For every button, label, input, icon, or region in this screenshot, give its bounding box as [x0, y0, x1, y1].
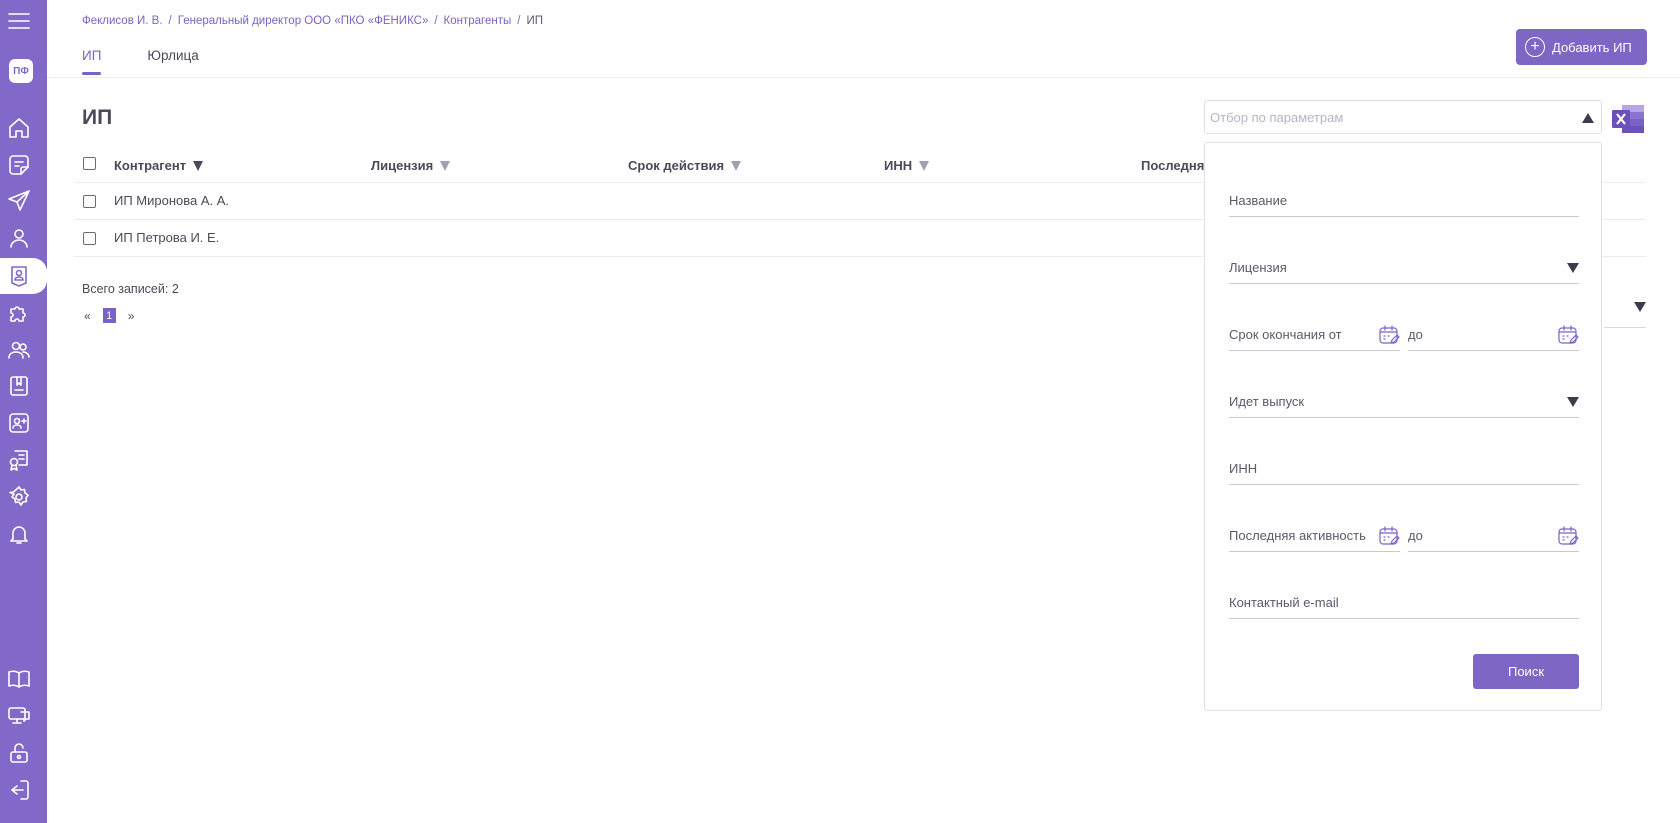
users-group-icon[interactable]	[5, 336, 33, 364]
search-button[interactable]: Поиск	[1473, 654, 1579, 689]
send-icon[interactable]	[5, 187, 33, 215]
sidebar: ПФ	[0, 0, 47, 823]
column-header-label: Контрагент	[114, 158, 187, 173]
breadcrumb-link-contractors[interactable]: Контрагенты	[444, 15, 512, 27]
breadcrumb-separator: /	[434, 15, 438, 27]
activity-to-label: до	[1408, 528, 1423, 543]
pager-page-current[interactable]: 1	[102, 308, 116, 323]
logo: ПФ	[9, 59, 33, 83]
row-contractor-name[interactable]: ИП Миронова А. А.	[114, 193, 229, 208]
sort-caret-icon	[919, 160, 930, 171]
expiry-from-label: Срок окончания от	[1229, 327, 1342, 342]
email-field-label: Контактный e-mail	[1229, 595, 1339, 610]
license-select[interactable]: Лицензия	[1229, 250, 1579, 284]
total-records: Всего записей: 2	[82, 282, 179, 296]
hidden-dropdown-caret-icon	[1634, 302, 1646, 312]
menu-icon[interactable]	[5, 7, 33, 35]
monitor-chat-icon[interactable]	[5, 702, 33, 730]
sort-caret-icon	[731, 160, 742, 171]
dropdown-triangle-icon	[1567, 397, 1579, 407]
breadcrumb: Феклисов И. В. / Генеральный директор ОО…	[82, 15, 543, 27]
book-bookmark-icon[interactable]	[5, 372, 33, 400]
activity-from-field[interactable]: Последняя активность	[1229, 518, 1400, 552]
page-title: ИП	[82, 106, 113, 129]
release-select-label: Идет выпуск	[1229, 394, 1305, 409]
breadcrumb-separator: /	[517, 15, 521, 27]
row-contractor-name[interactable]: ИП Петрова И. Е.	[114, 230, 219, 245]
certificate-icon[interactable]	[5, 446, 33, 474]
puzzle-icon[interactable]	[5, 299, 33, 327]
sort-caret-icon	[193, 160, 204, 171]
document-icon[interactable]	[5, 151, 33, 179]
hidden-field-underline	[1604, 327, 1646, 328]
header-divider	[47, 77, 1680, 78]
activity-from-label: Последняя активность	[1229, 528, 1366, 543]
activity-to-field[interactable]: до	[1408, 518, 1579, 552]
calendar-edit-icon[interactable]	[1557, 324, 1579, 346]
unlock-icon[interactable]	[5, 739, 33, 767]
column-header-inn[interactable]: ИНН	[884, 158, 930, 173]
column-header-last-activity[interactable]: Последня	[1141, 158, 1204, 173]
email-field[interactable]: Контактный e-mail	[1229, 585, 1579, 619]
inn-field[interactable]: ИНН	[1229, 451, 1579, 485]
column-header-label: Лицензия	[371, 158, 434, 173]
add-ip-button[interactable]: + Добавить ИП	[1516, 29, 1647, 65]
pager-next[interactable]: »	[128, 309, 135, 323]
excel-export-icon[interactable]	[1610, 103, 1646, 135]
add-ip-label: Добавить ИП	[1552, 39, 1632, 55]
row-checkbox[interactable]	[83, 195, 96, 208]
pager-prev[interactable]: «	[84, 309, 91, 323]
calendar-edit-icon[interactable]	[1378, 525, 1400, 547]
user-add-icon[interactable]	[5, 409, 33, 437]
column-header-license[interactable]: Лицензия	[371, 158, 451, 173]
contractor-badge-icon[interactable]	[5, 262, 33, 290]
home-icon[interactable]	[5, 114, 33, 142]
manual-book-icon[interactable]	[5, 665, 33, 693]
column-header-contractor[interactable]: Контрагент	[114, 158, 204, 173]
settings-icon[interactable]	[5, 483, 33, 511]
dropdown-triangle-icon	[1567, 263, 1579, 273]
tabs: ИП Юрлица	[82, 48, 199, 75]
expiry-to-label: до	[1408, 327, 1423, 342]
inn-field-label: ИНН	[1229, 461, 1258, 476]
name-field-label: Название	[1229, 193, 1288, 208]
license-select-label: Лицензия	[1229, 260, 1287, 275]
row-checkbox[interactable]	[83, 232, 96, 245]
name-field[interactable]: Название	[1229, 183, 1579, 217]
filter-input[interactable]: Отбор по параметрам	[1204, 100, 1602, 134]
bell-icon[interactable]	[5, 520, 33, 548]
sort-caret-icon	[440, 160, 451, 171]
plus-circle-icon: +	[1525, 37, 1545, 57]
tab-ip[interactable]: ИП	[82, 48, 102, 75]
user-icon[interactable]	[5, 224, 33, 252]
release-select[interactable]: Идет выпуск	[1229, 384, 1579, 418]
filter-panel: Название Лицензия Срок окончания от до И…	[1204, 142, 1602, 711]
select-all-checkbox[interactable]	[83, 157, 96, 170]
breadcrumb-separator: /	[168, 15, 172, 27]
breadcrumb-link-organization[interactable]: Генеральный директор ООО «ПКО «ФЕНИКС»	[178, 15, 429, 27]
collapse-triangle-icon[interactable]	[1582, 113, 1594, 123]
breadcrumb-link-user[interactable]: Феклисов И. В.	[82, 15, 163, 27]
breadcrumb-current: ИП	[526, 15, 544, 27]
filter-placeholder: Отбор по параметрам	[1210, 109, 1344, 125]
expiry-to-field[interactable]: до	[1408, 317, 1579, 351]
column-header-validity[interactable]: Срок действия	[628, 158, 742, 173]
tab-legal-entities[interactable]: Юрлица	[147, 48, 198, 75]
calendar-edit-icon[interactable]	[1378, 324, 1400, 346]
column-header-label: Последня	[1141, 158, 1205, 173]
pagination: « 1 »	[84, 308, 134, 323]
calendar-edit-icon[interactable]	[1557, 525, 1579, 547]
logout-icon[interactable]	[5, 776, 33, 804]
column-header-label: ИНН	[884, 158, 913, 173]
column-header-label: Срок действия	[628, 158, 725, 173]
expiry-from-field[interactable]: Срок окончания от	[1229, 317, 1400, 351]
